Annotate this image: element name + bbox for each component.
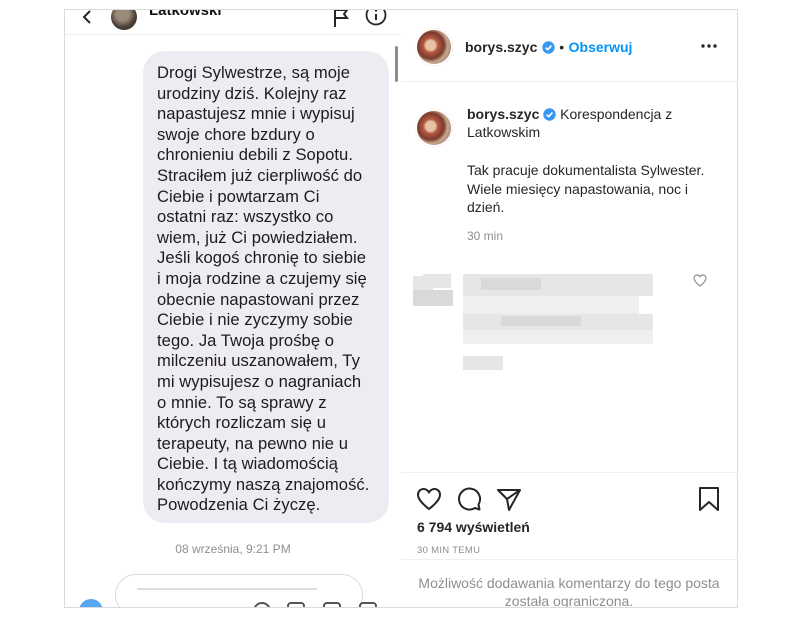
chat-screenshot: Latkowski Drogi Sylwestrze, są moje urod… — [65, 10, 402, 607]
view-count[interactable]: 6 794 wyświetleń — [417, 519, 530, 535]
info-icon — [365, 10, 387, 26]
verified-icon — [543, 108, 556, 121]
avatar — [415, 28, 453, 66]
mic-icon — [253, 602, 271, 607]
post-time: 30 MIN TEMU — [417, 545, 481, 556]
avatar — [111, 10, 137, 30]
post-panel: borys.szyc • Obserwuj borys.szyc Korespo… — [401, 10, 737, 607]
author-avatar[interactable] — [415, 28, 453, 66]
more-icon[interactable] — [700, 43, 718, 49]
back-icon — [82, 10, 91, 24]
message-timestamp: 08 września, 9:21 PM — [175, 542, 291, 556]
flag-icon — [334, 10, 349, 27]
post-actions: 6 794 wyświetleń 30 MIN TEMU Możliwość d… — [401, 472, 737, 607]
caption-heading: borys.szyc Korespondencja z Latkowskim — [467, 105, 719, 141]
dot-separator: • — [559, 39, 565, 55]
sticker-icon — [323, 602, 341, 607]
redacted-comment — [401, 260, 737, 380]
caption-username[interactable]: borys.szyc — [467, 106, 539, 122]
caption-time: 30 min — [467, 229, 504, 243]
gallery-icon — [359, 602, 377, 607]
message-bubble: Drogi Sylwestrze, są moje urodziny dziś.… — [143, 51, 389, 523]
chat-bottom-bar — [65, 596, 401, 607]
post-header: borys.szyc • Obserwuj — [401, 10, 737, 82]
camera-icon — [79, 599, 103, 607]
share-icon[interactable] — [495, 485, 523, 513]
username-link[interactable]: borys.szyc — [465, 39, 537, 55]
author-line: borys.szyc • Obserwuj — [465, 39, 632, 57]
avatar — [415, 109, 453, 147]
caption-avatar[interactable] — [415, 109, 453, 147]
post-frame: Latkowski Drogi Sylwestrze, są moje urod… — [64, 9, 738, 608]
comment-icon[interactable] — [455, 485, 483, 513]
caption-body: Tak pracuje dokumentalista Sylwester. Wi… — [467, 162, 705, 215]
comment-like-icon[interactable] — [693, 274, 707, 287]
follow-button[interactable]: Obserwuj — [569, 39, 633, 55]
chat-contact-name: Latkowski — [149, 10, 222, 19]
verified-icon — [542, 41, 555, 54]
image-icon — [287, 602, 305, 607]
heart-icon[interactable] — [415, 485, 443, 513]
chat-header: Latkowski — [65, 10, 401, 35]
save-icon[interactable] — [695, 485, 723, 513]
comments-disabled-note: Możliwość dodawania komentarzy do tego p… — [401, 559, 737, 607]
scrollbar — [395, 46, 398, 82]
input-placeholder-blur — [137, 588, 317, 590]
